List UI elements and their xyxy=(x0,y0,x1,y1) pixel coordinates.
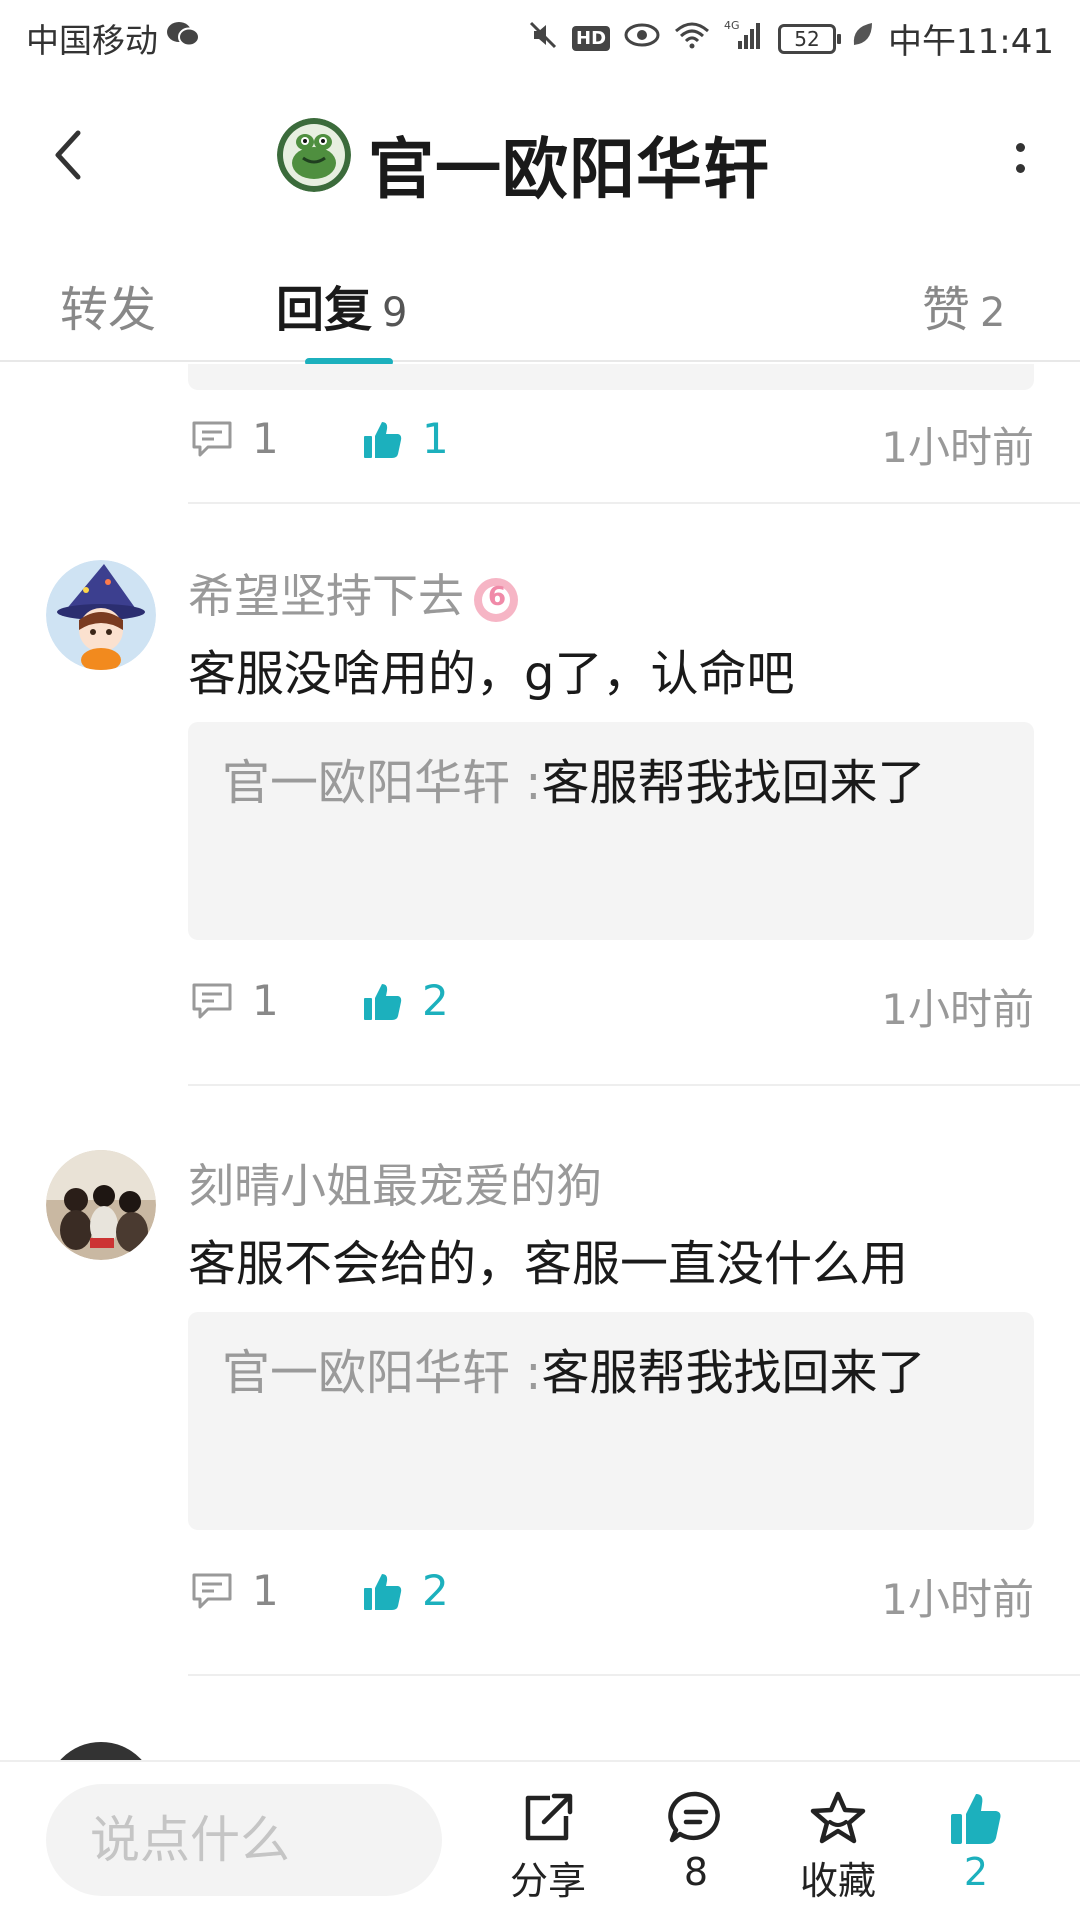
reply-button[interactable]: 1 xyxy=(190,976,279,1025)
comment-icon xyxy=(192,421,232,456)
tab-label: 回复 xyxy=(276,282,373,338)
tab-bar: 转发 回复 9 赞2 xyxy=(0,262,1080,362)
more-options-button[interactable] xyxy=(1000,128,1040,188)
user-name[interactable]: 希望坚持下去 xyxy=(188,560,518,626)
quote-text: 客服帮我找回来了 xyxy=(541,755,926,811)
status-bar: 中国移动 HD 4G 52 中午11:41 xyxy=(0,0,1080,76)
clock: 中午11:41 xyxy=(888,22,1054,62)
reply-count: 1 xyxy=(252,976,279,1025)
comment-text: 客服没啥用的，g了，认命吧 xyxy=(188,646,795,702)
battery-indicator: 52 xyxy=(778,23,842,54)
divider xyxy=(188,1674,1080,1676)
like-button[interactable]: 2 xyxy=(362,976,449,1025)
thumbs-up-icon xyxy=(364,983,402,1020)
signal-icon: 4G xyxy=(724,19,764,59)
comments-button[interactable]: 8 xyxy=(636,1790,756,1894)
dot-icon xyxy=(1015,164,1025,173)
comment-text: 客服不会给的，客服一直没什么用 xyxy=(188,1236,909,1292)
favorite-button[interactable]: 收藏 xyxy=(778,1790,898,1905)
dot-icon xyxy=(1015,143,1025,152)
user-avatar[interactable] xyxy=(46,1150,156,1260)
share-button[interactable]: 分享 xyxy=(488,1790,608,1905)
status-right: HD 4G 52 中午11:41 xyxy=(528,14,1054,63)
page-title: 官一欧阳华轩 xyxy=(368,131,770,208)
thumbs-up-icon xyxy=(951,1794,1001,1844)
like-count: 2 xyxy=(422,976,449,1025)
frog-avatar-icon xyxy=(277,118,351,192)
reply-button[interactable]: 1 xyxy=(190,414,279,463)
quote-block[interactable]: 官一欧阳华轩 :客服帮我找回来了 xyxy=(188,1312,1034,1530)
wechat-icon xyxy=(166,20,200,56)
timestamp: 1小时前 xyxy=(881,985,1034,1034)
hd-badge: HD xyxy=(572,26,611,51)
quote-author: 官一欧阳华轩 : xyxy=(222,755,542,811)
comment-actions: 1 2 1小时前 xyxy=(190,976,1034,1036)
like-post-button[interactable]: 2 xyxy=(916,1790,1036,1894)
quote-block-partial xyxy=(188,364,1034,390)
witch-girl-avatar-icon xyxy=(46,560,156,670)
favorite-label: 收藏 xyxy=(799,1859,876,1903)
comment-actions: 1 2 1小时前 xyxy=(190,1566,1034,1626)
like-count: 1 xyxy=(422,414,449,463)
timestamp: 1小时前 xyxy=(881,423,1034,472)
quote-author: 官一欧阳华轩 : xyxy=(222,1345,542,1401)
tab-count: 2 xyxy=(980,290,1006,336)
reply-count: 1 xyxy=(252,1566,279,1615)
like-button[interactable]: 2 xyxy=(362,1566,449,1615)
comment-icon xyxy=(192,983,232,1018)
level-badge-icon xyxy=(474,577,518,622)
share-label: 分享 xyxy=(509,1859,586,1903)
comment-count: 8 xyxy=(683,1850,709,1894)
tab-label: 赞 xyxy=(922,282,971,338)
comment-list[interactable]: 1 1 1小时前 希望坚持下去 客服没啥用 xyxy=(0,364,1080,1760)
leaf-icon xyxy=(850,21,874,57)
carrier-label: 中国移动 xyxy=(26,21,158,60)
user-name[interactable]: 刻晴小姐最宠爱的狗 xyxy=(188,1150,602,1216)
thumbs-up-icon xyxy=(364,421,402,458)
mute-icon xyxy=(528,20,558,58)
comment-bubble-icon xyxy=(668,1791,720,1843)
comment-input[interactable] xyxy=(46,1784,442,1896)
divider xyxy=(188,1084,1080,1086)
like-count: 2 xyxy=(963,1850,989,1894)
status-left: 中国移动 xyxy=(26,14,200,62)
share-icon xyxy=(525,1793,573,1841)
like-button[interactable]: 1 xyxy=(362,414,449,463)
comment-input-wrapper[interactable] xyxy=(46,1784,442,1896)
reply-count: 1 xyxy=(252,414,279,463)
bottom-action-bar: 分享 8 收藏 2 xyxy=(0,1760,1080,1920)
user-avatar[interactable] xyxy=(46,560,156,670)
header: 官一欧阳华轩 xyxy=(0,90,1080,220)
quote-text: 客服帮我找回来了 xyxy=(541,1345,926,1401)
like-count: 2 xyxy=(422,1566,449,1615)
group-photo-avatar-icon xyxy=(46,1150,156,1260)
reply-button[interactable]: 1 xyxy=(190,1566,279,1615)
eye-icon xyxy=(624,21,660,56)
divider xyxy=(188,502,1080,504)
tab-forward[interactable]: 转发 xyxy=(60,270,156,340)
user-avatar-partial xyxy=(46,1742,156,1760)
wifi-icon xyxy=(674,21,710,57)
author-avatar[interactable] xyxy=(277,118,351,192)
comment-actions: 1 1 1小时前 xyxy=(190,414,1034,474)
user-name-text: 希望坚持下去 xyxy=(188,569,464,623)
comment-icon xyxy=(192,1573,232,1608)
tab-count: 9 xyxy=(382,290,408,336)
tab-likes[interactable]: 赞2 xyxy=(922,270,1005,340)
tab-label: 转发 xyxy=(60,282,157,338)
tab-replies[interactable]: 回复 9 xyxy=(276,270,407,340)
star-icon xyxy=(810,1791,866,1844)
quote-block[interactable]: 官一欧阳华轩 :客服帮我找回来了 xyxy=(188,722,1034,940)
thumbs-up-icon xyxy=(364,1573,402,1610)
back-arrow-icon xyxy=(55,130,81,180)
back-button[interactable] xyxy=(38,120,98,190)
svg-text:4G: 4G xyxy=(724,19,740,32)
timestamp: 1小时前 xyxy=(881,1575,1034,1624)
